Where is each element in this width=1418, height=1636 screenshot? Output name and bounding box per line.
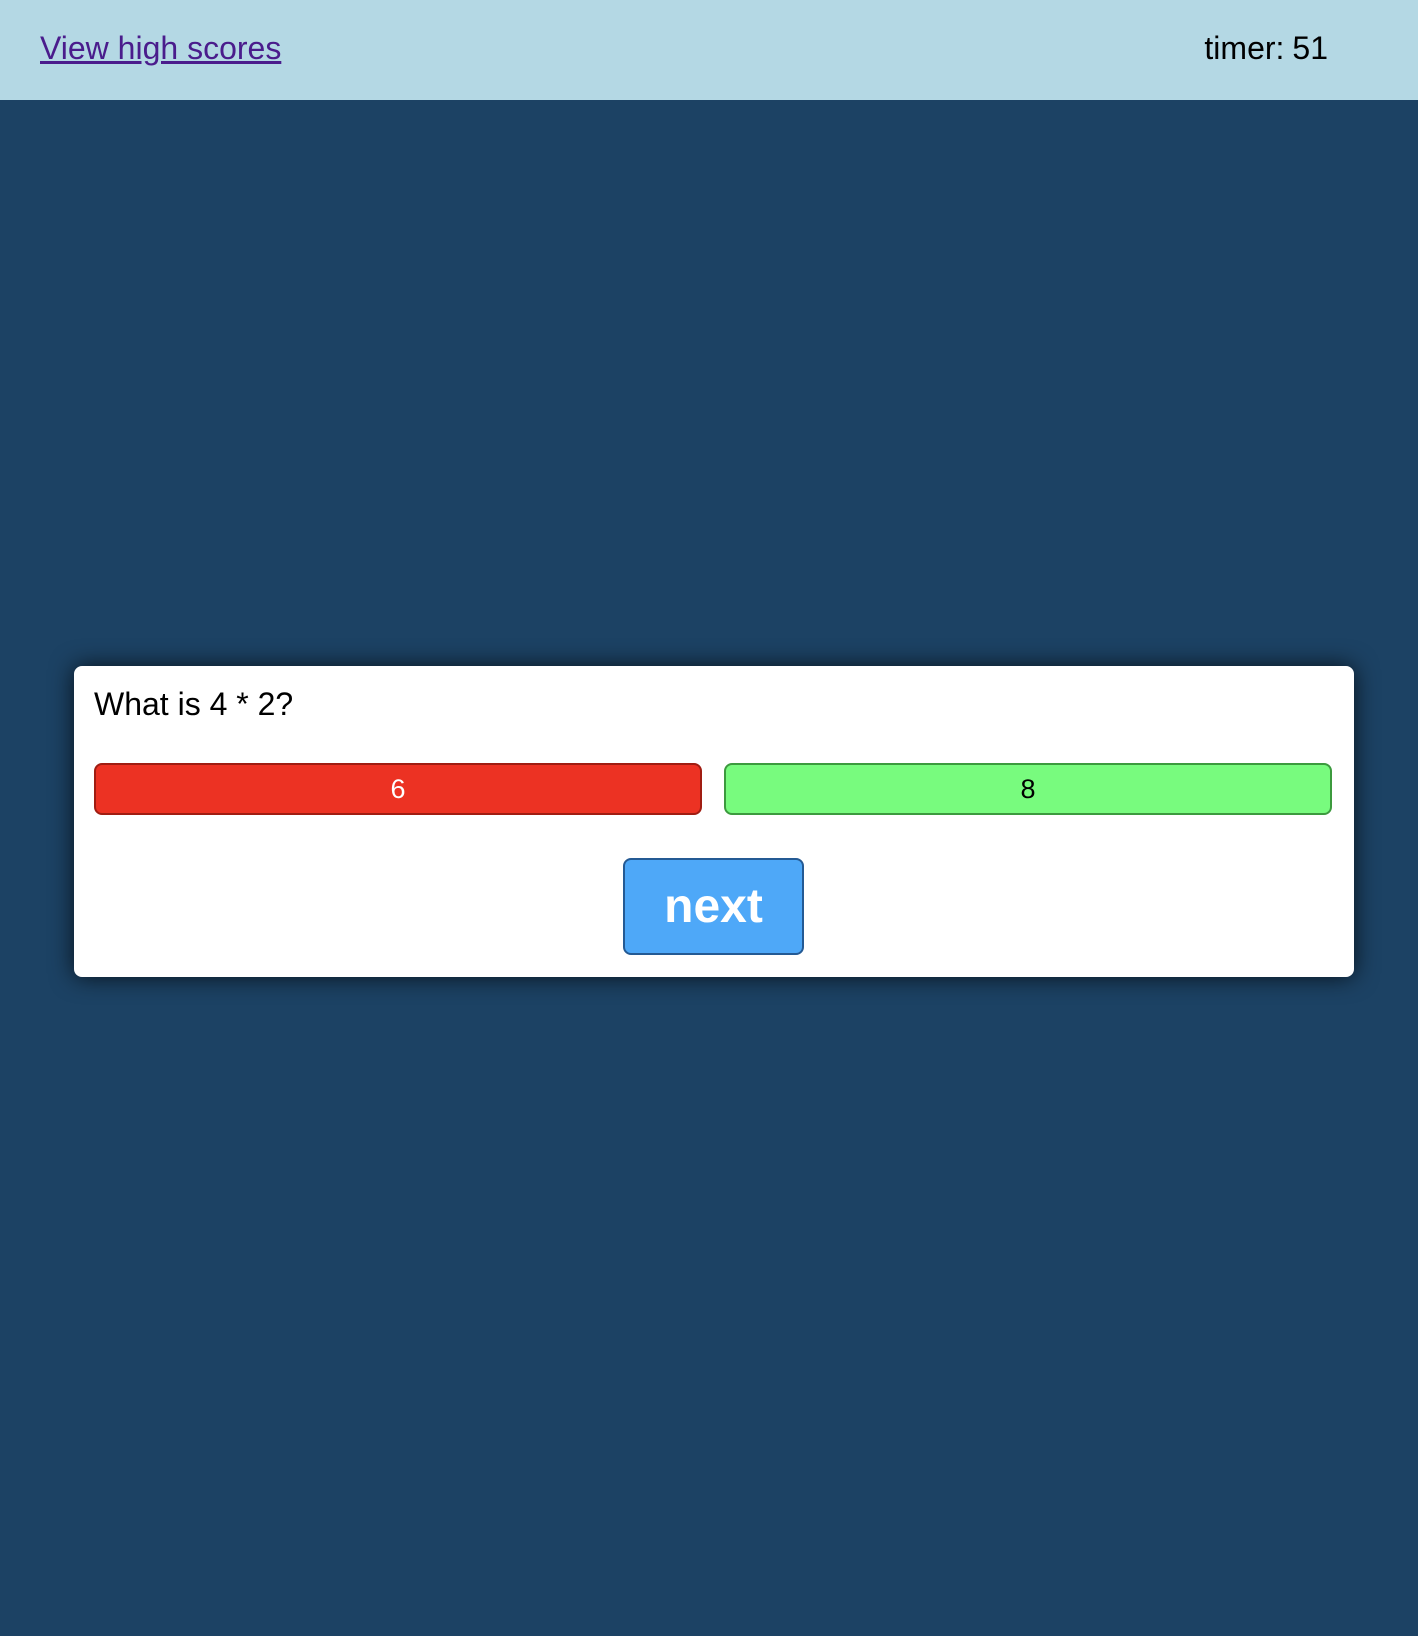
question-text: What is 4 * 2? — [94, 686, 294, 722]
timer: timer: 51 — [1204, 30, 1328, 67]
timer-value: 51 — [1292, 30, 1328, 66]
top-bar: View high scores timer: 51 — [0, 0, 1418, 100]
next-button[interactable]: next — [623, 858, 804, 955]
timer-label: timer: — [1204, 30, 1285, 66]
view-high-scores-link[interactable]: View high scores — [40, 30, 281, 67]
quiz-card: What is 4 * 2? 6 8 next — [74, 666, 1354, 977]
answer-button-wrong[interactable]: 6 — [94, 763, 702, 815]
answer-button-correct[interactable]: 8 — [724, 763, 1332, 815]
